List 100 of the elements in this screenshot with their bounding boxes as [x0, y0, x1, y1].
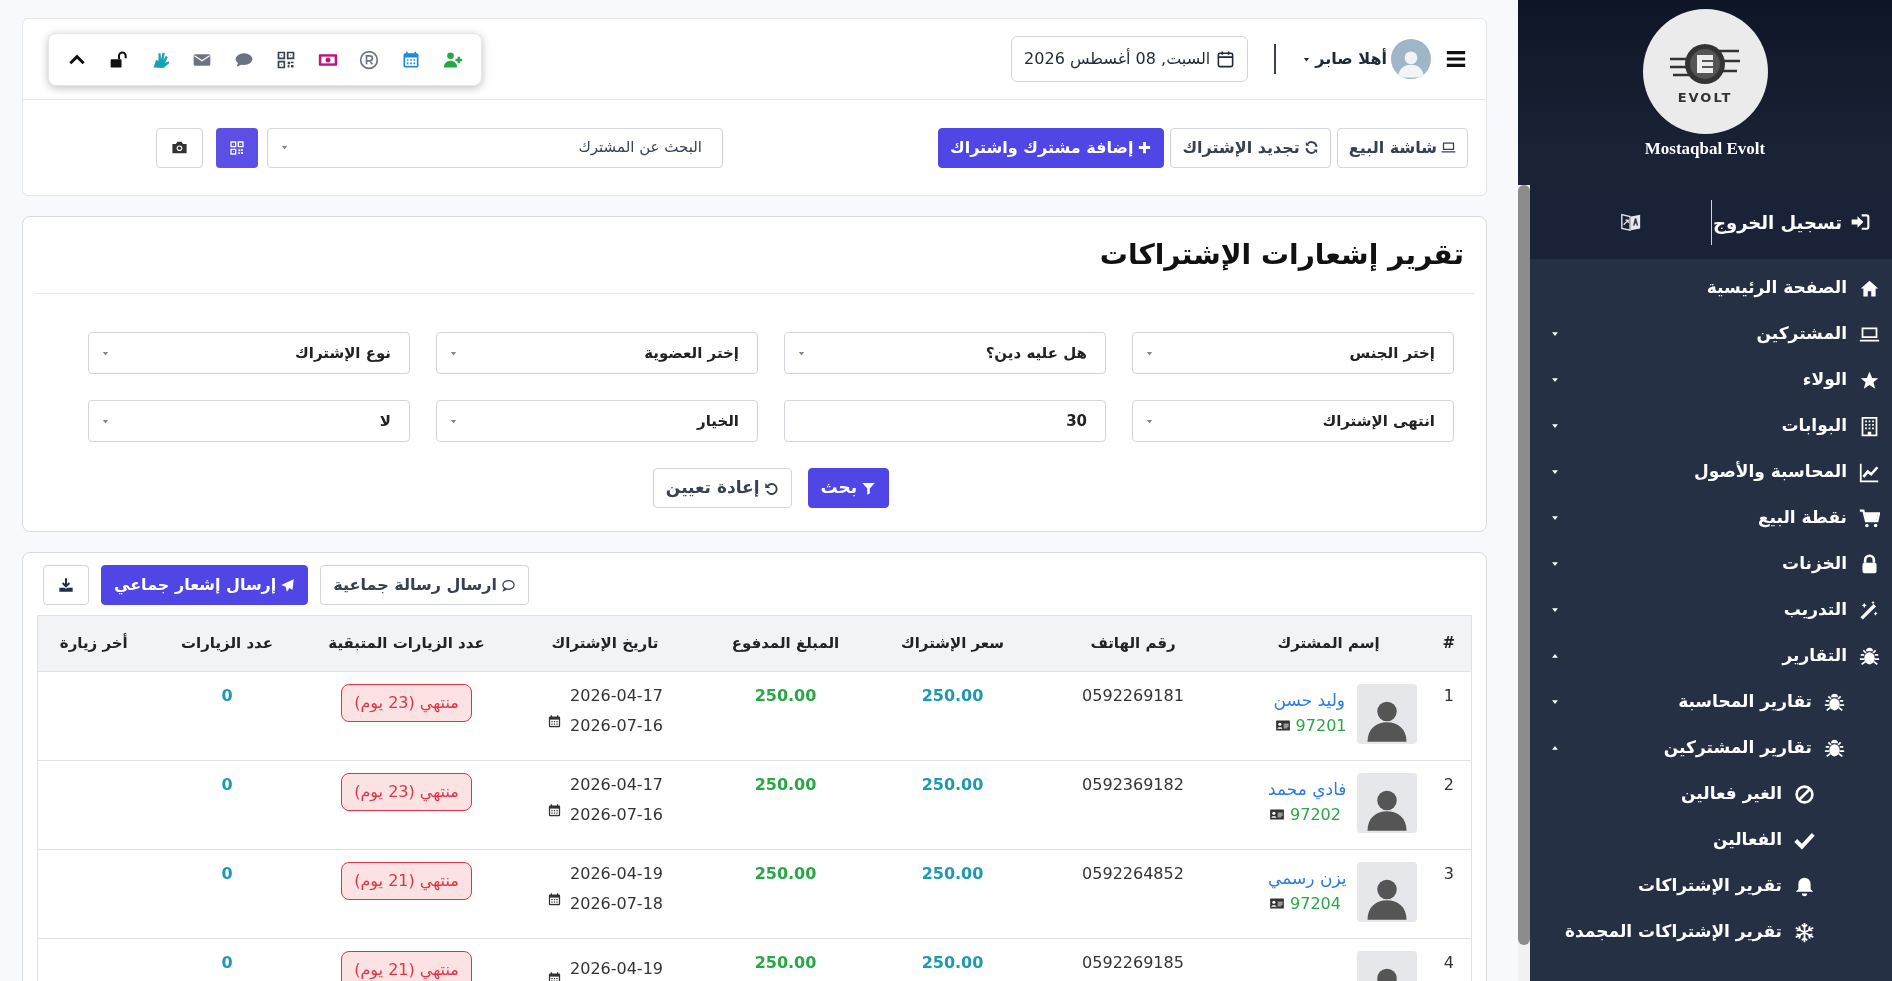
sidebar-item[interactable]: الفعالين [1530, 817, 1892, 863]
select-field[interactable]: هل عليه دين؟ [784, 332, 1106, 374]
sidebar-label: المشتركين [1756, 322, 1847, 346]
sidebar-label: تقرير الإشتراكات المجمدة [1565, 920, 1782, 944]
sidebar-item[interactable]: التدريب [1530, 587, 1892, 633]
chart-icon [1859, 461, 1880, 483]
paper-plane-icon [280, 577, 296, 593]
status-badge: منتهي (21 يوم) [341, 951, 472, 981]
select-field[interactable]: الخيار [436, 400, 758, 442]
column-header: إسم المشترك [1230, 615, 1427, 672]
price: 250.00 [921, 864, 984, 883]
end-date: 2026-07-16 [570, 715, 663, 737]
brand-name: Mostaqbal Evolt [1644, 138, 1766, 160]
member-name-link[interactable]: فادي محمد [1268, 777, 1347, 803]
select-field[interactable]: إختر العضوية [436, 332, 758, 374]
select-field[interactable]: إختر الجنس [1132, 332, 1454, 374]
id-card-icon [1268, 896, 1287, 911]
phone-number: 0592269181 [1082, 686, 1184, 705]
undo-icon [763, 480, 779, 496]
calendar-icon [1216, 49, 1236, 69]
status-badge: منتهي (23 يوم) [341, 684, 472, 722]
button[interactable]: إضافة مشترك واشتراك [938, 127, 1165, 168]
sidebar-item[interactable]: تقرير الإشتراكات المجمدة [1530, 909, 1892, 955]
button[interactable]: تجديد الإشتراك [1170, 127, 1331, 168]
snowflake-icon [1794, 921, 1815, 943]
status-badge: منتهي (23 يوم) [341, 773, 472, 811]
caret-down-icon [280, 143, 289, 152]
select-field[interactable]: نوع الإشتراك [88, 332, 410, 374]
qr-button[interactable] [216, 127, 258, 168]
sidebar-item[interactable]: الصفحة الرئيسية [1530, 265, 1892, 311]
sidebar-label: الفعالين [1712, 828, 1782, 852]
phone-number: 0592264852 [1082, 864, 1184, 883]
sidebar-item[interactable]: تقرير الإشتراكات [1530, 863, 1892, 909]
menu-icon[interactable] [1445, 48, 1467, 70]
member-id: 97201 [1295, 714, 1347, 737]
member-name-link[interactable]: وليد حسن [1273, 688, 1346, 714]
select-field[interactable]: لا [88, 400, 410, 442]
button[interactable]: شاشة البيع [1336, 127, 1468, 168]
sidebar-item[interactable]: البوابات [1530, 403, 1892, 449]
sidebar-label: البوابات [1781, 414, 1847, 438]
column-header: رقم الهاتف [1035, 615, 1231, 672]
button[interactable]: ارسال رسالة جماعية [320, 565, 529, 605]
sidebar-item[interactable]: الولاء [1530, 357, 1892, 403]
user-menu[interactable]: أهلا صابر [1302, 47, 1387, 71]
paid-amount: 250.00 [754, 864, 817, 883]
column-header: تاريخ الإشتراك [508, 615, 702, 672]
button[interactable]: بحث [807, 468, 890, 508]
sidebar-item[interactable]: نقطة البيع [1530, 495, 1892, 541]
scrollbar-thumb[interactable] [1518, 185, 1530, 945]
sidebar-label: الصفحة الرئيسية [1706, 276, 1847, 300]
sidebar-label: المحاسبة والأصول [1693, 460, 1847, 484]
registered-icon[interactable] [359, 49, 380, 70]
member-id: 97204 [1290, 892, 1341, 915]
sidebar-item[interactable]: التقارير [1530, 633, 1892, 679]
lock-icon [1859, 553, 1880, 575]
wand-icon [1859, 599, 1880, 621]
button[interactable]: إعادة تعيين [652, 468, 792, 508]
qr-code-icon [229, 139, 245, 156]
user-avatar [1391, 39, 1431, 79]
id-card-icon [1273, 718, 1292, 733]
status-badge: منتهي (21 يوم) [341, 862, 472, 900]
button[interactable]: إرسال إشعار جماعي [101, 565, 309, 605]
sidebar-item[interactable]: الغير فعالين [1530, 771, 1892, 817]
start-date: 2026-04-17 [570, 685, 663, 707]
sidebar-item[interactable]: المحاسبة والأصول [1530, 449, 1892, 495]
phone-number: 0592369182 [1082, 775, 1184, 794]
unlock-icon[interactable] [108, 49, 129, 70]
sidebar-label: تقرير الإشتراكات [1638, 874, 1782, 898]
sidebar-item[interactable]: تقارير المحاسبة [1530, 679, 1892, 725]
visit-count: 0 [221, 864, 233, 883]
end-date: 2026-07-16 [570, 804, 663, 826]
column-header: # [1426, 615, 1472, 672]
camera-button[interactable] [156, 127, 203, 168]
translate-icon[interactable] [1619, 211, 1642, 233]
ban-icon [1794, 783, 1815, 805]
member-name-link[interactable]: يزن رسمي [1268, 866, 1347, 892]
row-number: 4 [1443, 953, 1454, 972]
sidebar-item[interactable]: الخزنات [1530, 541, 1892, 587]
logout-link[interactable]: تسجيل الخروج [1712, 208, 1892, 236]
member-avatar [1356, 773, 1417, 833]
subscriber-search-select[interactable]: البحث عن المشترك [267, 127, 723, 168]
start-date: 2026-04-19 [570, 957, 663, 980]
sidebar-item[interactable]: تقارير المشتركين [1530, 725, 1892, 771]
visit-count: 0 [221, 775, 233, 794]
input-field[interactable]: 30 [784, 400, 1106, 442]
select-field[interactable]: انتهى الإشتراك [1132, 400, 1454, 442]
plus-icon [1137, 140, 1153, 155]
bell-icon [1794, 875, 1815, 897]
end-date: 2026-07-18 [570, 893, 663, 915]
qr-code-icon[interactable] [275, 49, 296, 70]
cart-icon [1859, 507, 1880, 529]
paid-amount: 250.00 [754, 953, 817, 972]
sidebar-item[interactable]: المشتركين [1530, 311, 1892, 357]
calendar-icon[interactable] [401, 49, 422, 70]
sidebar-label: تقارير المشتركين [1663, 736, 1812, 760]
sidebar-label: الغير فعالين [1681, 782, 1782, 806]
download-button[interactable] [43, 565, 89, 605]
column-header: أخر زيارة [37, 615, 150, 672]
price: 250.00 [921, 775, 984, 794]
paid-amount: 250.00 [754, 686, 817, 705]
